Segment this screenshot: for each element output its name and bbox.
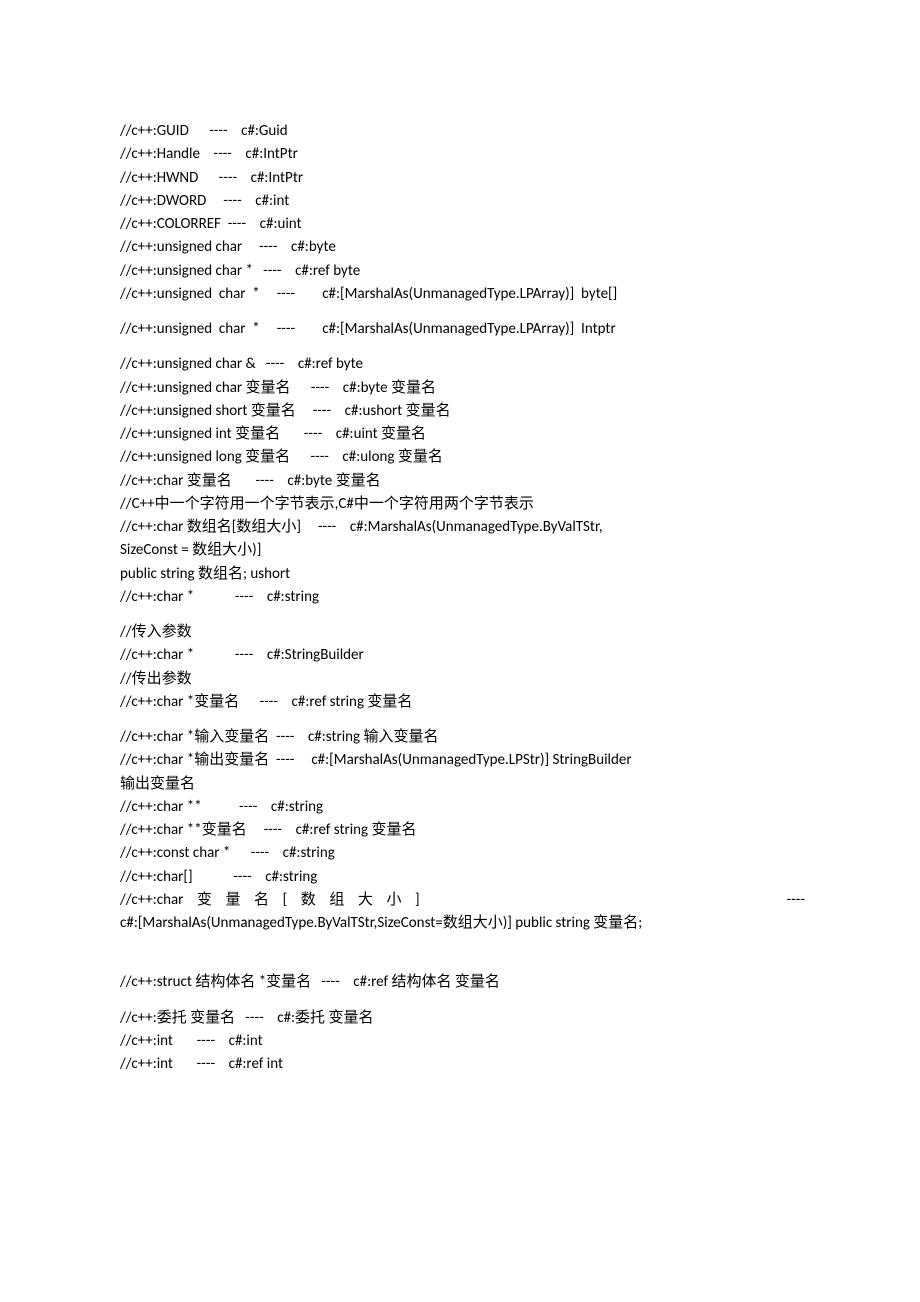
code-line: //c++:unsigned char & ---- c#:ref byte [120,353,805,376]
code-line: //c++:GUID ---- c#:Guid [120,120,805,143]
code-line: //c++:int ---- c#:int [120,1030,805,1053]
code-line: public string 数组名; ushort [120,563,805,586]
code-line: //c++:char 数组名[数组大小] ---- c#:MarshalAs(U… [120,516,805,539]
blank-line [120,995,805,1007]
blank-line [120,341,805,353]
blank-line [120,306,805,318]
blank-line [120,935,805,971]
code-text-left: //c++:char 变 量 名 [ 数 组 大 小 ] [120,889,420,912]
code-line-justified: //c++:char 变 量 名 [ 数 组 大 小 ] ---- [120,889,805,912]
code-line: //传出参数 [120,668,805,691]
code-line: //c++:char[] ---- c#:string [120,866,805,889]
code-line: //传入参数 [120,621,805,644]
code-line: //c++:HWND ---- c#:IntPtr [120,167,805,190]
code-line: 输出变量名 [120,773,805,796]
code-line: //c++:unsigned char * ---- c#:[MarshalAs… [120,318,805,341]
code-line: //c++:int ---- c#:ref int [120,1053,805,1076]
code-line: //c++:char *输出变量名 ---- c#:[MarshalAs(Unm… [120,749,805,772]
code-line: //c++:委托 变量名 ---- c#:委托 变量名 [120,1007,805,1030]
code-line: //c++:unsigned int 变量名 ---- c#:uint 变量名 [120,423,805,446]
code-line: //c++:unsigned short 变量名 ---- c#:ushort … [120,400,805,423]
code-line: //c++:struct 结构体名 *变量名 ---- c#:ref 结构体名 … [120,971,805,994]
code-line: //C++中一个字符用一个字节表示,C#中一个字符用两个字节表示 [120,493,805,516]
code-line: //c++:COLORREF ---- c#:uint [120,213,805,236]
code-line: //c++:unsigned char * ---- c#:[MarshalAs… [120,283,805,306]
code-line: //c++:Handle ---- c#:IntPtr [120,143,805,166]
code-line: //c++:char *输入变量名 ---- c#:string 输入变量名 [120,726,805,749]
blank-line [120,609,805,621]
code-line: //c++:unsigned char ---- c#:byte [120,236,805,259]
code-line: //c++:char *变量名 ---- c#:ref string 变量名 [120,691,805,714]
blank-line [120,714,805,726]
code-line: //c++:char * ---- c#:StringBuilder [120,644,805,667]
code-text-right: ---- [787,889,805,912]
code-line: //c++:char **变量名 ---- c#:ref string 变量名 [120,819,805,842]
code-line: c#:[MarshalAs(UnmanagedType.ByValTStr,Si… [120,912,805,935]
code-line: //c++:const char * ---- c#:string [120,842,805,865]
code-line: //c++:unsigned char * ---- c#:ref byte [120,260,805,283]
code-line: //c++:char ** ---- c#:string [120,796,805,819]
code-line: //c++:char * ---- c#:string [120,586,805,609]
code-line: //c++:unsigned long 变量名 ---- c#:ulong 变量… [120,446,805,469]
code-line: //c++:DWORD ---- c#:int [120,190,805,213]
code-line: //c++:char 变量名 ---- c#:byte 变量名 [120,470,805,493]
document-page: //c++:GUID ---- c#:Guid //c++:Handle ---… [0,0,920,1136]
code-line: //c++:unsigned char 变量名 ---- c#:byte 变量名 [120,377,805,400]
code-line: SizeConst = 数组大小)] [120,539,805,562]
